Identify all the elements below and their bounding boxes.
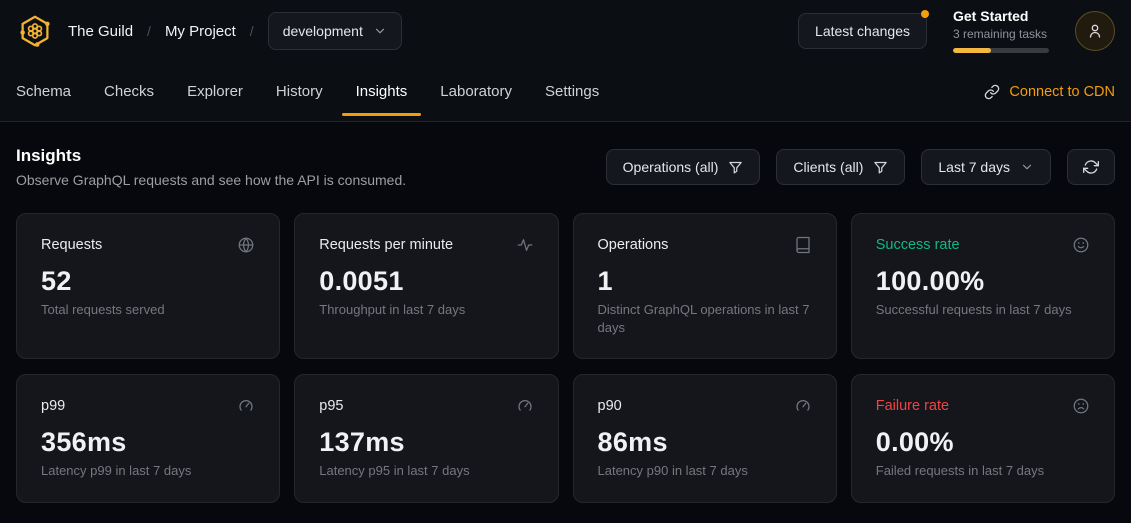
breadcrumb-org[interactable]: The Guild (68, 23, 133, 40)
card-description: Latency p95 in last 7 days (319, 462, 533, 480)
tab-schema[interactable]: Schema (16, 62, 71, 121)
card-title: Operations (598, 237, 669, 253)
latest-changes-button[interactable]: Latest changes (798, 13, 927, 49)
card-description: Throughput in last 7 days (319, 301, 533, 319)
stat-card-p99: p99 356ms Latency p99 in last 7 days (16, 374, 280, 503)
stat-card-operations: Operations 1 Distinct GraphQL operations… (573, 213, 837, 359)
chevron-down-icon (1020, 160, 1034, 174)
tab-insights[interactable]: Insights (356, 62, 408, 121)
page-subtitle: Observe GraphQL requests and see how the… (16, 172, 406, 188)
gauge-icon (516, 397, 534, 415)
notification-dot (921, 10, 929, 18)
card-description: Total requests served (41, 301, 255, 319)
card-value: 0.00% (876, 427, 1090, 458)
progress-fill (953, 48, 991, 53)
card-description: Latency p90 in last 7 days (598, 462, 812, 480)
tab-checks[interactable]: Checks (104, 62, 154, 121)
card-description: Distinct GraphQL operations in last 7 da… (598, 301, 812, 336)
card-title: Requests per minute (319, 237, 453, 253)
tab-history[interactable]: History (276, 62, 323, 121)
smile-icon (1072, 236, 1090, 254)
stat-card-p95: p95 137ms Latency p95 in last 7 days (294, 374, 558, 503)
book-icon (794, 236, 812, 254)
tab-settings[interactable]: Settings (545, 62, 599, 121)
refresh-button[interactable] (1067, 149, 1115, 185)
operations-filter-button[interactable]: Operations (all) (606, 149, 761, 185)
refresh-icon (1083, 159, 1099, 175)
card-value: 1 (598, 266, 812, 297)
tab-laboratory[interactable]: Laboratory (440, 62, 512, 121)
stat-card-failure-rate: Failure rate 0.00% Failed requests in la… (851, 374, 1115, 503)
top-bar: The Guild / My Project / development Lat… (0, 0, 1131, 62)
stat-card-requests: Requests 52 Total requests served (16, 213, 280, 359)
clients-filter-button[interactable]: Clients (all) (776, 149, 905, 185)
person-icon (1086, 22, 1104, 40)
top-chrome: The Guild / My Project / development Lat… (0, 0, 1131, 122)
filters-bar: Operations (all) Clients (all) Last 7 da… (606, 149, 1115, 185)
insights-titles: Insights Observe GraphQL requests and se… (16, 146, 406, 188)
user-avatar[interactable] (1075, 11, 1115, 51)
gauge-icon (794, 397, 812, 415)
breadcrumb-separator: / (147, 23, 151, 39)
card-description: Failed requests in last 7 days (876, 462, 1090, 480)
card-value: 356ms (41, 427, 255, 458)
get-started-subtitle: 3 remaining tasks (953, 27, 1049, 41)
card-value: 52 (41, 266, 255, 297)
target-selector[interactable]: development (268, 12, 402, 50)
get-started-widget[interactable]: Get Started 3 remaining tasks (953, 9, 1049, 53)
stat-card-p90: p90 86ms Latency p90 in last 7 days (573, 374, 837, 503)
page-title: Insights (16, 146, 406, 166)
connect-to-cdn-link[interactable]: Connect to CDN (984, 84, 1115, 100)
breadcrumb: The Guild / My Project / development (16, 12, 402, 50)
card-description: Latency p99 in last 7 days (41, 462, 255, 480)
target-selector-value: development (283, 23, 363, 39)
card-value: 0.0051 (319, 266, 533, 297)
funnel-icon (728, 160, 743, 175)
operations-filter-label: Operations (all) (623, 159, 719, 175)
breadcrumb-separator: / (250, 23, 254, 39)
card-title: Requests (41, 237, 102, 253)
app-window: The Guild / My Project / development Lat… (0, 0, 1131, 523)
get-started-progressbar (953, 48, 1049, 53)
get-started-title: Get Started (953, 9, 1049, 24)
stat-card-rpm: Requests per minute 0.0051 Throughput in… (294, 213, 558, 359)
frown-icon (1072, 397, 1090, 415)
clients-filter-label: Clients (all) (793, 159, 863, 175)
hive-logo-icon[interactable] (16, 12, 54, 50)
breadcrumb-project[interactable]: My Project (165, 23, 236, 40)
gauge-icon (237, 397, 255, 415)
link-icon (984, 84, 1000, 100)
latest-changes-label: Latest changes (815, 23, 910, 39)
card-value: 100.00% (876, 266, 1090, 297)
stats-grid: Requests 52 Total requests served Reques… (16, 213, 1115, 503)
tab-explorer[interactable]: Explorer (187, 62, 243, 121)
funnel-icon (873, 160, 888, 175)
card-title: Failure rate (876, 398, 949, 414)
stat-card-success-rate: Success rate 100.00% Successful requests… (851, 213, 1115, 359)
connect-to-cdn-label: Connect to CDN (1009, 84, 1115, 100)
card-title: p99 (41, 398, 65, 414)
card-value: 137ms (319, 427, 533, 458)
main-content: Insights Observe GraphQL requests and se… (0, 146, 1131, 503)
top-bar-right: Latest changes Get Started 3 remaining t… (798, 9, 1115, 53)
card-title: Success rate (876, 237, 960, 253)
card-title: p95 (319, 398, 343, 414)
nav-tabs: Schema Checks Explorer History Insights … (16, 62, 599, 121)
card-value: 86ms (598, 427, 812, 458)
period-filter-button[interactable]: Last 7 days (921, 149, 1051, 185)
period-filter-label: Last 7 days (938, 159, 1010, 175)
insights-header: Insights Observe GraphQL requests and se… (16, 146, 1115, 188)
card-description: Successful requests in last 7 days (876, 301, 1090, 319)
chevron-down-icon (373, 24, 387, 38)
globe-icon (237, 236, 255, 254)
card-title: p90 (598, 398, 622, 414)
primary-nav: Schema Checks Explorer History Insights … (0, 62, 1131, 121)
activity-icon (516, 236, 534, 254)
